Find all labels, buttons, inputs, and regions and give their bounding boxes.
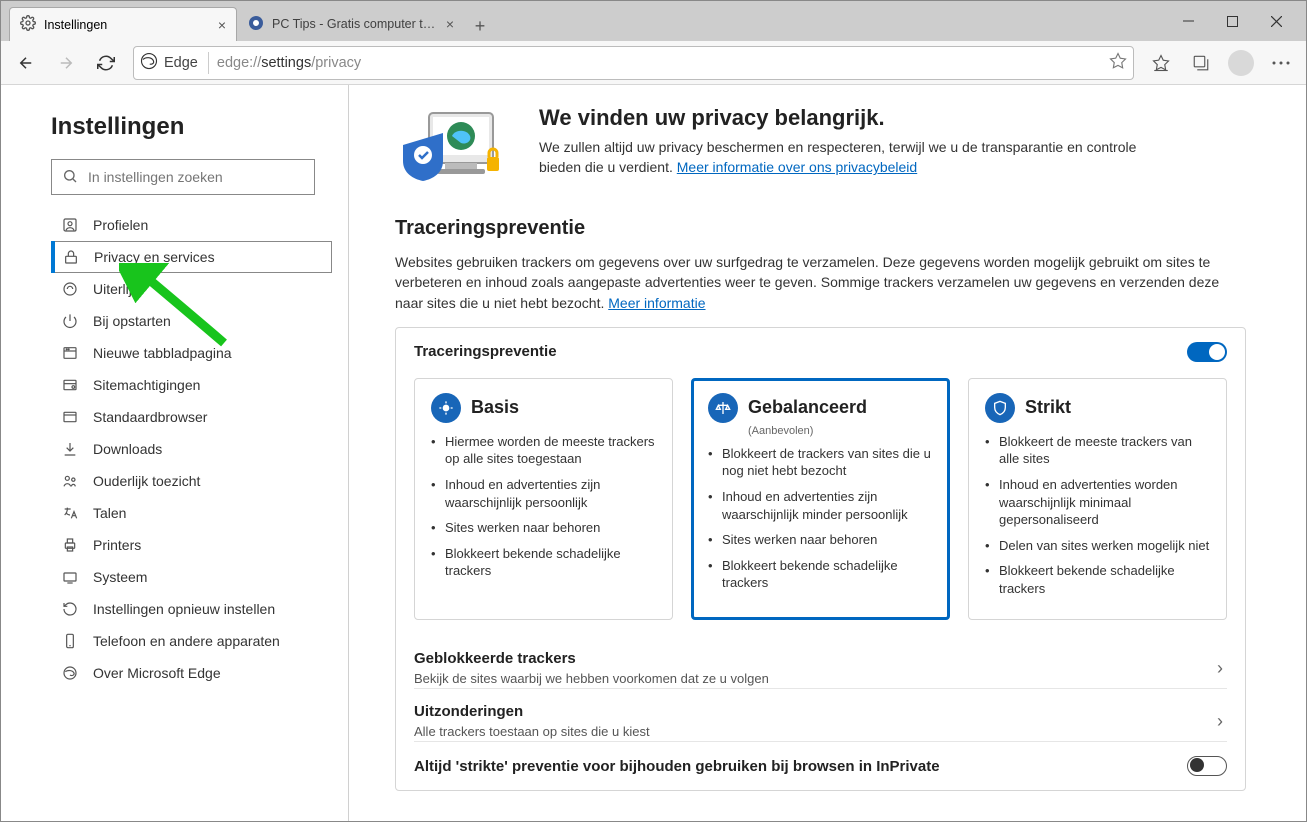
system-icon: [61, 569, 79, 585]
search-icon: [62, 168, 78, 187]
maximize-button[interactable]: [1210, 1, 1254, 41]
strict-inprivate-toggle[interactable]: [1187, 756, 1227, 776]
settings-nav: Profielen Privacy en services Uiterlijk …: [51, 209, 332, 689]
address-bar[interactable]: Edge edge://settings/privacy: [133, 46, 1134, 80]
sidebar-item-phone[interactable]: Telefoon en andere apparaten: [51, 625, 332, 657]
close-icon[interactable]: ×: [218, 17, 226, 33]
tracking-more-info-link[interactable]: Meer informatie: [608, 295, 705, 311]
sidebar-item-sitepermissions[interactable]: Sitemachtigingen: [51, 369, 332, 401]
strict-icon: [985, 393, 1015, 423]
sidebar-item-system[interactable]: Systeem: [51, 561, 332, 593]
sidebar-item-downloads[interactable]: Downloads: [51, 433, 332, 465]
tracking-card: Traceringspreventie Basis Hiermee worden…: [395, 327, 1246, 791]
tab-settings[interactable]: Instellingen ×: [9, 7, 237, 41]
chevron-right-icon: ›: [1213, 658, 1227, 679]
tracking-toggle[interactable]: [1187, 342, 1227, 362]
edge-label-text: Edge: [164, 55, 198, 71]
sidebar-item-printers[interactable]: Printers: [51, 529, 332, 561]
tracking-level-balanced[interactable]: Gebalanceerd (Aanbevolen) Blokkeert de t…: [691, 378, 950, 620]
newtab-icon: [61, 345, 79, 361]
sidebar-item-newtabpage[interactable]: Nieuwe tabbladpagina: [51, 337, 332, 369]
profile-button[interactable]: [1222, 44, 1260, 82]
strict-inprivate-row: Altijd 'strikte' preventie voor bijhoude…: [414, 741, 1227, 776]
new-tab-button[interactable]: +: [465, 11, 495, 41]
hero-text: We zullen altijd uw privacy beschermen e…: [539, 137, 1179, 178]
window: Instellingen × PC Tips - Gratis computer…: [0, 0, 1307, 822]
basic-icon: [431, 393, 461, 423]
reload-button[interactable]: [87, 44, 125, 82]
sidebar-item-languages[interactable]: Talen: [51, 497, 332, 529]
tracking-toggle-label: Traceringspreventie: [414, 343, 557, 360]
edge-logo-icon: [61, 665, 79, 681]
tracking-level-strict[interactable]: Strikt Blokkeert de meeste trackers van …: [968, 378, 1227, 620]
download-icon: [61, 441, 79, 457]
tracking-title: Traceringspreventie: [395, 217, 1246, 240]
sidebar-item-reset[interactable]: Instellingen opnieuw instellen: [51, 593, 332, 625]
privacy-illustration: [395, 105, 515, 195]
close-window-button[interactable]: [1254, 1, 1298, 41]
forward-button[interactable]: [47, 44, 85, 82]
settings-content: We vinden uw privacy belangrijk. We zull…: [349, 85, 1306, 821]
edge-icon: [140, 52, 158, 74]
balanced-icon: [708, 393, 738, 423]
tab-label: Instellingen: [44, 18, 107, 32]
toolbar: Edge edge://settings/privacy: [1, 41, 1306, 85]
sidebar-item-privacy[interactable]: Privacy en services: [51, 241, 332, 273]
blocked-trackers-row[interactable]: Geblokkeerde trackers Bekijk de sites wa…: [414, 636, 1227, 686]
family-icon: [61, 473, 79, 489]
reset-icon: [61, 601, 79, 617]
settings-sidebar: Instellingen Profielen Privacy en servic…: [1, 85, 349, 821]
sidebar-item-onstartup[interactable]: Bij opstarten: [51, 305, 332, 337]
page-title: Instellingen: [51, 113, 332, 141]
tab-strip: Instellingen × PC Tips - Gratis computer…: [1, 1, 1306, 41]
chevron-right-icon: ›: [1213, 711, 1227, 732]
tab-pctips[interactable]: PC Tips - Gratis computer tips! - ×: [237, 7, 465, 41]
phone-icon: [61, 633, 79, 649]
browser-icon: [61, 409, 79, 425]
settings-search[interactable]: [51, 159, 315, 195]
collections-button[interactable]: [1182, 44, 1220, 82]
window-controls: [1166, 1, 1298, 41]
sidebar-item-defaultbrowser[interactable]: Standaardbrowser: [51, 401, 332, 433]
appearance-icon: [61, 281, 79, 297]
url-text: edge://settings/privacy: [217, 55, 361, 71]
lock-icon: [62, 249, 80, 265]
tab-label: PC Tips - Gratis computer tips! -: [272, 17, 438, 31]
permissions-icon: [61, 377, 79, 393]
exceptions-row[interactable]: Uitzonderingen Alle trackers toestaan op…: [414, 688, 1227, 739]
sidebar-item-appearance[interactable]: Uiterlijk: [51, 273, 332, 305]
hero-title: We vinden uw privacy belangrijk.: [539, 105, 1179, 131]
sidebar-item-profiles[interactable]: Profielen: [51, 209, 332, 241]
more-button[interactable]: [1262, 44, 1300, 82]
power-icon: [61, 313, 79, 329]
privacy-policy-link[interactable]: Meer informatie over ons privacybeleid: [677, 159, 917, 175]
printer-icon: [61, 537, 79, 553]
settings-search-input[interactable]: [88, 169, 304, 185]
language-icon: [61, 505, 79, 521]
back-button[interactable]: [7, 44, 45, 82]
favicon: [248, 15, 264, 34]
tracking-description: Websites gebruiken trackers om gegevens …: [395, 252, 1246, 313]
tracking-level-basic[interactable]: Basis Hiermee worden de meeste trackers …: [414, 378, 673, 620]
sidebar-item-about[interactable]: Over Microsoft Edge: [51, 657, 332, 689]
sidebar-item-family[interactable]: Ouderlijk toezicht: [51, 465, 332, 497]
close-icon[interactable]: ×: [446, 16, 454, 32]
favorite-icon[interactable]: [1109, 52, 1127, 74]
favorites-button[interactable]: [1142, 44, 1180, 82]
minimize-button[interactable]: [1166, 1, 1210, 41]
profile-icon: [61, 217, 79, 233]
privacy-hero: We vinden uw privacy belangrijk. We zull…: [395, 105, 1246, 195]
gear-icon: [20, 15, 36, 34]
